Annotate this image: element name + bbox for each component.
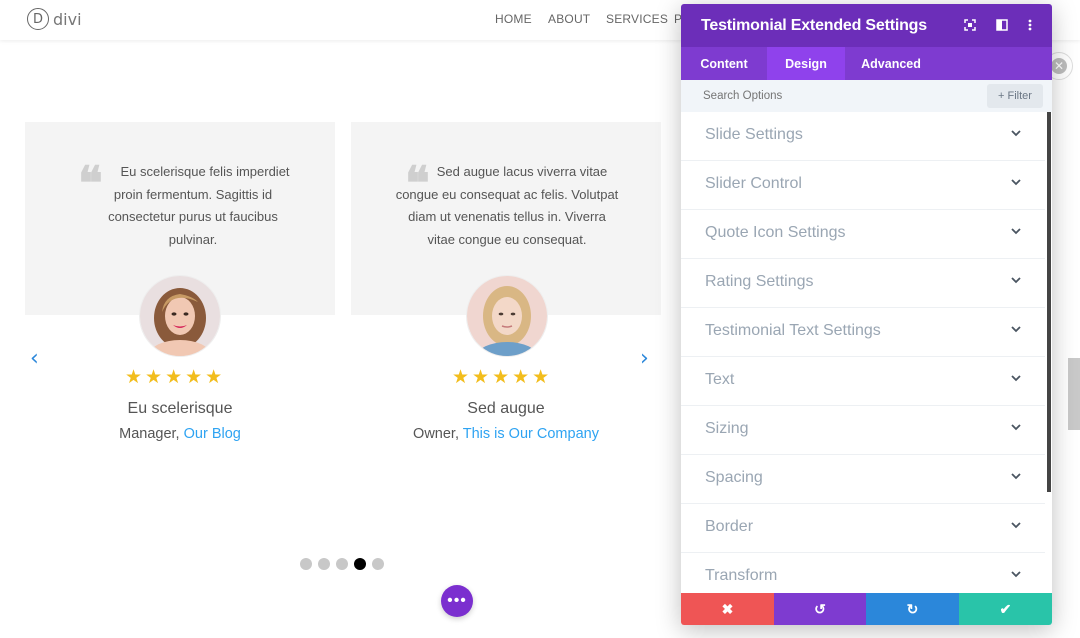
chevron-down-icon	[1011, 424, 1021, 431]
quote-line: Sed augue lacus viverra vitae	[436, 164, 608, 179]
redo-button[interactable]: ↻	[866, 593, 959, 625]
pagination-dot[interactable]	[318, 558, 330, 570]
section-label: Slider Control	[705, 175, 802, 192]
section-slider-control[interactable]: Slider Control	[681, 161, 1045, 210]
logo-text: divi	[53, 9, 82, 29]
section-sizing[interactable]: Sizing	[681, 406, 1045, 455]
quote-line: vitae congue eu consequat.	[427, 231, 587, 247]
search-bar: + Filter	[681, 80, 1052, 112]
panel-scrollbar[interactable]	[1047, 112, 1051, 492]
section-label: Sizing	[705, 420, 749, 437]
chevron-down-icon	[1011, 326, 1021, 333]
site-logo[interactable]: D divi	[27, 7, 82, 31]
tab-design[interactable]: Design	[767, 47, 845, 80]
testimonial-role: Owner, This is Our Company	[351, 426, 661, 442]
filter-button[interactable]: + Filter	[987, 84, 1043, 108]
quote-line: congue eu consequat ac felis. Volutpat	[395, 186, 619, 202]
company-link[interactable]: Our Blog	[184, 426, 241, 442]
panel-tabs: Content Design Advanced	[681, 47, 1052, 80]
role-label: Manager,	[119, 426, 180, 442]
section-label: Text	[705, 371, 735, 388]
section-text[interactable]: Text	[681, 357, 1045, 406]
testimonial-role: Manager, Our Blog	[25, 426, 335, 442]
section-label: Quote Icon Settings	[705, 224, 846, 241]
section-label: Border	[705, 518, 754, 535]
nav-home[interactable]: HOME	[495, 12, 532, 26]
chevron-down-icon	[1011, 375, 1021, 382]
logo-mark: D	[27, 8, 49, 30]
pagination-dot[interactable]	[336, 558, 348, 570]
rating-stars: ★★★★★	[125, 367, 226, 388]
chevron-down-icon	[1011, 130, 1021, 137]
slider-next-arrow[interactable]: ›	[640, 348, 649, 370]
avatar-woman-smiling	[140, 276, 220, 356]
tab-content[interactable]: Content	[681, 47, 767, 80]
section-border[interactable]: Border	[681, 504, 1045, 553]
quote-line: proin fermentum. Sagittis id	[113, 186, 273, 202]
section-rating-settings[interactable]: Rating Settings	[681, 259, 1045, 308]
builder-menu-button[interactable]: •••	[441, 585, 473, 617]
avatar	[139, 275, 221, 357]
close-icon: ✕	[1051, 58, 1067, 74]
nav-services[interactable]: SERVICES	[606, 12, 668, 26]
slider-pagination	[300, 558, 384, 570]
settings-section-list: Slide Settings Slider Control Quote Icon…	[681, 112, 1052, 594]
chevron-down-icon	[1011, 571, 1021, 578]
section-label: Testimonial Text Settings	[705, 322, 881, 339]
quote-line: Eu scelerisque felis imperdiet	[120, 164, 290, 179]
section-testimonial-text-settings[interactable]: Testimonial Text Settings	[681, 308, 1045, 357]
quote-line: diam ut venenatis tellus in. Viverra	[408, 209, 606, 224]
panel-title: Testimonial Extended Settings	[701, 17, 927, 34]
fullscreen-icon[interactable]	[962, 17, 978, 33]
nav-about[interactable]: ABOUT	[548, 12, 590, 26]
page-scrollbar[interactable]	[1068, 358, 1080, 430]
chevron-down-icon	[1011, 228, 1021, 235]
section-label: Spacing	[705, 469, 763, 486]
panel-footer: ✖ ↺ ↻ ✔	[681, 593, 1052, 625]
section-label: Rating Settings	[705, 273, 814, 290]
search-input[interactable]	[703, 88, 903, 104]
pagination-dot[interactable]	[372, 558, 384, 570]
section-transform[interactable]: Transform	[681, 553, 1045, 594]
section-label: Transform	[705, 567, 778, 584]
split-view-icon[interactable]	[994, 17, 1010, 33]
testimonial-quote-2: Sed augue lacus viverra vitae congue eu …	[382, 161, 632, 251]
rating-stars: ★★★★★	[452, 367, 553, 388]
more-options-icon[interactable]	[1022, 17, 1038, 33]
save-button[interactable]: ✔	[959, 593, 1052, 625]
panel-header: Testimonial Extended Settings	[681, 4, 1052, 47]
slider-prev-arrow[interactable]: ‹	[30, 348, 39, 370]
section-slide-settings[interactable]: Slide Settings	[681, 112, 1045, 161]
testimonial-name: Sed augue	[467, 400, 545, 417]
chevron-down-icon	[1011, 179, 1021, 186]
chevron-down-icon	[1011, 277, 1021, 284]
undo-button[interactable]: ↺	[774, 593, 866, 625]
section-label: Slide Settings	[705, 126, 803, 143]
quote-line: pulvinar.	[168, 231, 218, 247]
chevron-down-icon	[1011, 522, 1021, 529]
section-quote-icon-settings[interactable]: Quote Icon Settings	[681, 210, 1045, 259]
quote-line: consectetur purus ut faucibus	[108, 209, 278, 224]
pagination-dot[interactable]	[300, 558, 312, 570]
chevron-down-icon	[1011, 473, 1021, 480]
role-label: Owner,	[413, 426, 459, 442]
pagination-dot-active[interactable]	[354, 558, 366, 570]
avatar	[466, 275, 548, 357]
testimonial-quote-1: Eu scelerisque felis imperdiet proin fer…	[88, 161, 298, 251]
avatar-woman-blonde	[467, 276, 547, 356]
company-link[interactable]: This is Our Company	[463, 426, 599, 442]
testimonial-name: Eu scelerisque	[127, 400, 233, 417]
tab-advanced[interactable]: Advanced	[845, 47, 937, 80]
settings-panel: Testimonial Extended Settings Content De…	[681, 4, 1052, 625]
section-spacing[interactable]: Spacing	[681, 455, 1045, 504]
discard-button[interactable]: ✖	[681, 593, 774, 625]
